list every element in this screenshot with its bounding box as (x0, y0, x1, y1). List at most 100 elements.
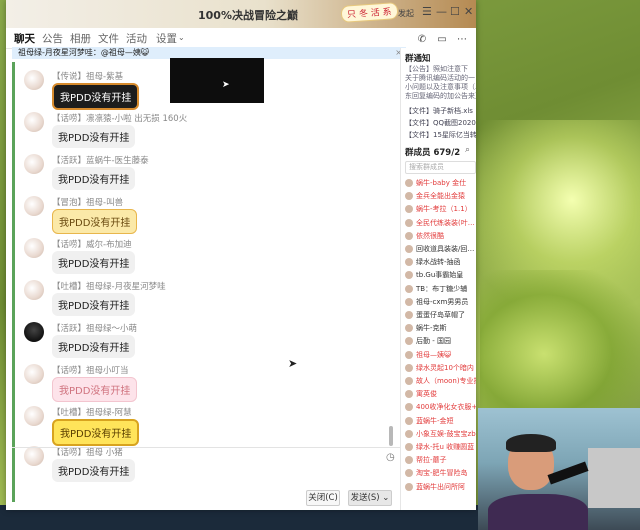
member-row[interactable]: 小象互娱-鼓宝宝zbb (405, 429, 476, 441)
message-bubble[interactable]: 我PDD没有开挂 (52, 251, 136, 274)
message-sender[interactable]: 【话唠】威尔-布加迪 (52, 238, 132, 250)
member-avatar[interactable] (405, 469, 413, 478)
member-avatar[interactable] (405, 443, 413, 451)
message-bubble[interactable]: 我PDD没有开挂 (52, 125, 136, 148)
tab-announcement[interactable]: 公告 (42, 31, 63, 46)
chevron-down-icon[interactable]: ⌄ (178, 33, 185, 42)
message-bubble[interactable]: 我PDD没有开挂 (52, 335, 136, 358)
member-avatar[interactable] (405, 416, 413, 425)
member-row[interactable]: 寓英俊 (405, 389, 476, 401)
member-row[interactable]: TB：布丁糖少辅 (405, 284, 476, 296)
tab-files[interactable]: 文件 (98, 31, 119, 46)
chat-message-list[interactable]: ➤ 【传说】祖母-紫基 我PDD没有开挂 【话唠】凛凛猿-小啦 出无损 160火… (16, 58, 396, 482)
member-row[interactable]: 故人（moon)专业拉… (405, 376, 476, 388)
notice-line[interactable]: 东回复编码的加公告来） (405, 91, 476, 101)
close-icon[interactable]: ✕ (464, 5, 473, 18)
message-sender[interactable]: 【话唠】祖母小叮当 (52, 364, 129, 376)
member-search-input[interactable]: 搜索群成员 (405, 161, 476, 174)
member-avatar[interactable] (405, 429, 413, 438)
member-avatar[interactable] (405, 271, 413, 280)
send-options-chevron-icon[interactable]: ⌄ (382, 493, 389, 503)
member-row[interactable]: 蜗牛-考拉（1.1） (405, 204, 476, 216)
more-icon[interactable]: ⋯ (454, 31, 470, 47)
member-row[interactable]: 后勤 - 国园 (405, 336, 476, 348)
history-icon[interactable]: ◷ (386, 452, 395, 463)
member-row[interactable]: 绿水战转-抽函 (405, 257, 476, 269)
message-bubble[interactable]: 我PDD没有开挂 (52, 167, 136, 190)
member-row[interactable]: 绿水灵起10个暗内 (405, 363, 476, 375)
member-row[interactable]: 400收净化女衣服+收 (405, 402, 476, 414)
phone-icon[interactable]: ✆ (414, 31, 430, 47)
message-bubble[interactable]: 我PDD没有开挂 (52, 293, 136, 316)
minimize-icon[interactable]: — (436, 5, 447, 18)
member-row[interactable]: 祖母-cxm男男员 (405, 297, 476, 309)
member-avatar[interactable] (405, 482, 413, 491)
message-bubble[interactable]: 我PDD没有开挂 (52, 377, 138, 402)
message-sender[interactable]: 【活跃】祖母绿～小萌 (52, 322, 137, 334)
member-row[interactable]: 帮拉-蘑子 (405, 455, 476, 467)
member-avatar[interactable] (405, 297, 413, 306)
tab-settings[interactable]: 设置 (156, 31, 177, 46)
share-icon[interactable]: ▭ (434, 31, 450, 47)
message-bubble[interactable]: 我PDD没有开挂 (52, 83, 140, 110)
member-row[interactable]: 金兵全能出金猿 (405, 191, 476, 203)
video-thumbnail[interactable] (170, 58, 264, 103)
member-avatar[interactable] (405, 245, 413, 253)
file-item[interactable]: 【文件】15星际亿当转暴… (405, 130, 476, 140)
message-sender[interactable]: 【话唠】凛凛猿-小啦 出无损 160火 (52, 112, 187, 124)
message-sender[interactable]: 【吐槽】祖母绿-阿慧 (52, 406, 132, 418)
member-row[interactable]: 蛋蛋仔岛草帽了 (405, 310, 476, 322)
member-avatar[interactable] (405, 350, 413, 359)
member-row[interactable]: 蜗牛-baby 金仕 (405, 178, 476, 190)
member-row[interactable]: 蜗牛-克斯 (405, 323, 476, 335)
chat-scrollbar[interactable] (389, 426, 393, 446)
member-row[interactable]: 绿水-托u 收赚圆蓝 (405, 442, 476, 454)
member-avatar[interactable] (405, 363, 413, 372)
avatar[interactable] (24, 280, 44, 300)
search-icon[interactable]: ⌕ (465, 145, 470, 155)
tab-activity[interactable]: 活动 (126, 31, 147, 46)
member-avatar[interactable] (405, 311, 413, 319)
member-avatar[interactable] (405, 192, 413, 201)
member-avatar[interactable] (405, 218, 413, 227)
close-button[interactable]: 关闭(C) (306, 490, 340, 506)
message-sender[interactable]: 【活跃】蓝蜗牛-医生藤泰 (52, 154, 149, 166)
message-bubble[interactable]: 我PDD没有开挂 (52, 209, 138, 234)
member-avatar[interactable] (405, 377, 413, 385)
avatar[interactable] (24, 70, 44, 90)
member-avatar[interactable] (405, 205, 413, 214)
file-item[interactable]: 【文件】骑子新档.xls (405, 106, 473, 116)
member-avatar[interactable] (405, 258, 413, 267)
member-avatar[interactable] (405, 324, 413, 333)
member-row[interactable]: 回收道具装装/回… (405, 244, 476, 256)
member-avatar[interactable] (405, 390, 413, 399)
member-avatar[interactable] (405, 284, 413, 293)
member-avatar[interactable] (405, 231, 413, 240)
event-banner[interactable]: 只 冬 活 系 (340, 2, 399, 23)
member-row[interactable]: 依然很酷 (405, 231, 476, 243)
member-avatar[interactable] (405, 179, 413, 187)
avatar[interactable] (24, 112, 44, 132)
member-row[interactable]: 祖母—姨😺 (405, 350, 476, 362)
send-button[interactable]: 发送(S) ⌄ (348, 490, 392, 506)
message-input-area[interactable]: ◷ 关闭(C) 发送(S) ⌄ (12, 447, 400, 510)
member-avatar[interactable] (405, 337, 413, 346)
avatar[interactable] (24, 364, 44, 384)
menu-icon[interactable]: ☰ (422, 5, 432, 18)
member-avatar[interactable] (405, 403, 413, 412)
tab-chat[interactable]: 聊天 (14, 31, 35, 50)
member-row[interactable]: 蓝蜗牛-金短 (405, 416, 476, 428)
member-row[interactable]: 淘宝-肥牛冒险岛 (405, 468, 476, 480)
file-item[interactable]: 【文件】QQ截图202002… (405, 118, 476, 128)
avatar[interactable] (24, 154, 44, 174)
maximize-icon[interactable]: ☐ (450, 5, 460, 18)
member-row[interactable]: 蓝蜗牛出问所阿 (405, 482, 476, 494)
message-sender[interactable]: 【冒泡】祖母-叫兽 (52, 196, 123, 208)
avatar[interactable] (24, 196, 44, 216)
member-row[interactable]: 全民代练装装(叶… (405, 218, 476, 230)
avatar[interactable] (24, 406, 44, 426)
message-sender[interactable]: 【传说】祖母-紫基 (52, 70, 123, 82)
message-sender[interactable]: 【吐槽】祖母绿-月夜星河梦哇 (52, 280, 166, 292)
tab-album[interactable]: 相册 (70, 31, 91, 46)
window-control-0[interactable]: 发起 (398, 8, 414, 19)
